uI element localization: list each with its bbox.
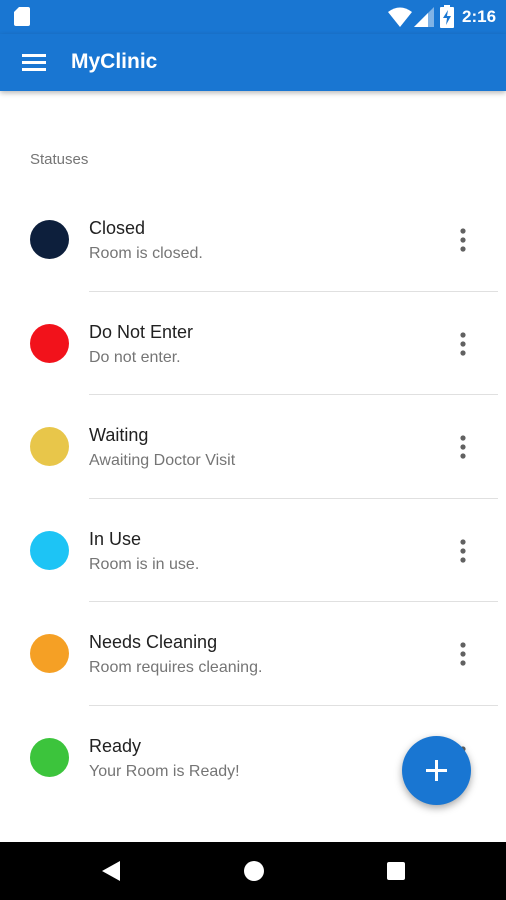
status-name: In Use: [89, 528, 142, 549]
plus-icon: [426, 760, 447, 781]
more-options-icon[interactable]: [451, 537, 475, 565]
more-options-icon[interactable]: [451, 640, 475, 668]
more-options-icon[interactable]: [451, 226, 475, 254]
status-item-do-not-enter[interactable]: Do Not Enter Do not enter.: [0, 292, 506, 395]
status-item-needs-cleaning[interactable]: Needs Cleaning Room requires cleaning.: [0, 602, 506, 706]
status-color-dot: [30, 737, 69, 777]
navigation-bar: [0, 842, 506, 900]
hamburger-menu-icon[interactable]: [22, 52, 46, 72]
status-color-dot: [30, 323, 69, 363]
status-item-in-use[interactable]: In Use Room is in use.: [0, 499, 506, 602]
battery-charging-icon: [440, 5, 454, 28]
status-item-closed[interactable]: Closed Room is closed.: [0, 188, 506, 292]
sd-card-icon: [14, 7, 30, 26]
status-description: Do not enter.: [89, 348, 181, 366]
status-name: Closed: [89, 218, 146, 238]
clock: 2:16: [462, 7, 497, 26]
home-icon[interactable]: [243, 860, 265, 882]
status-name: Needs Cleaning: [89, 632, 218, 652]
status-bar: 2:16: [0, 0, 506, 34]
app-title: MyClinic: [71, 50, 158, 73]
status-description: Room requires cleaning.: [89, 659, 263, 676]
status-item-waiting[interactable]: Waiting Awaiting Doctor Visit: [0, 395, 506, 499]
status-description: Room is closed.: [89, 245, 203, 262]
status-description: Room is in use.: [89, 555, 200, 573]
cell-signal-icon: [414, 7, 434, 27]
status-color-dot: [30, 634, 69, 673]
back-icon[interactable]: [101, 860, 121, 882]
status-name: Do Not Enter: [89, 321, 194, 342]
screen: 2:16 MyClinic Statuses Closed Room is cl…: [0, 0, 506, 900]
status-color-dot: [30, 427, 69, 466]
add-status-button[interactable]: [402, 736, 471, 805]
wifi-icon: [388, 7, 412, 27]
status-description: Awaiting Doctor Visit: [89, 452, 236, 469]
status-name: Waiting: [89, 425, 149, 445]
section-header: Statuses: [30, 151, 89, 168]
status-name: Ready: [89, 735, 142, 756]
status-description: Your Room is Ready!: [89, 762, 240, 780]
status-color-dot: [30, 530, 69, 570]
status-list: Closed Room is closed. Do Not Enter Do n…: [0, 188, 506, 809]
status-color-dot: [30, 220, 69, 259]
more-options-icon[interactable]: [451, 330, 475, 358]
more-options-icon[interactable]: [451, 433, 475, 461]
recents-icon[interactable]: [386, 861, 406, 881]
app-bar: MyClinic: [0, 34, 506, 91]
